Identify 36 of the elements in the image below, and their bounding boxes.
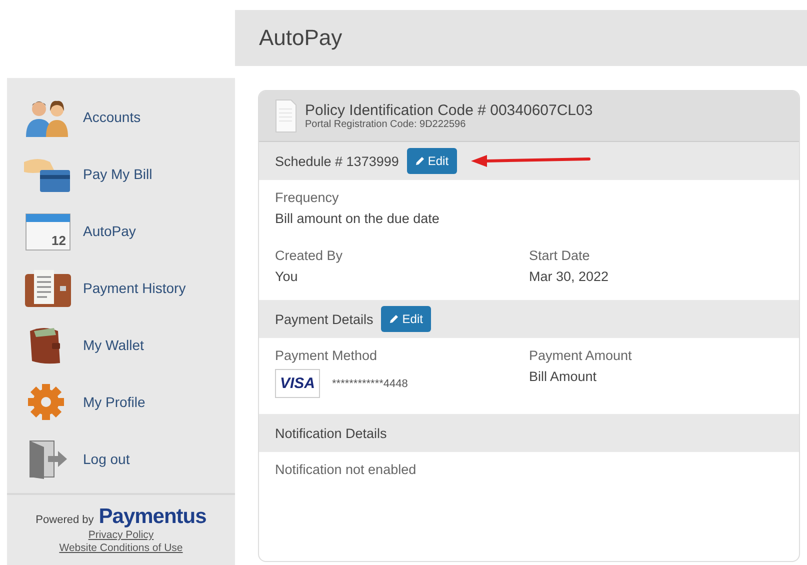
field-label: Payment Amount — [529, 348, 633, 363]
nav-link[interactable]: Log out — [23, 430, 235, 487]
field-label: Payment Method — [275, 348, 378, 363]
field-label: Frequency — [275, 190, 340, 205]
page-title: AutoPay — [259, 25, 342, 51]
field-value: Bill amount on the due date — [275, 211, 440, 226]
field-value: Mar 30, 2022 — [529, 269, 610, 284]
nav-link[interactable]: My Wallet — [23, 316, 235, 373]
field-label: Start Date — [529, 248, 591, 263]
edit-button[interactable]: Edit — [381, 306, 431, 332]
powered-by-text: Powered by — [36, 514, 94, 526]
calendar-icon: 12 — [23, 210, 73, 250]
document-icon — [275, 99, 297, 133]
section-title: Notification Details — [275, 426, 387, 440]
status-text: Notification not enabled — [275, 462, 418, 477]
brand-logo: Paymentus — [98, 505, 206, 529]
nav-link[interactable]: Payment History — [23, 259, 235, 316]
nav-link[interactable]: 12 AutoPay — [23, 202, 235, 259]
pencil-icon — [414, 156, 425, 166]
wallet-with-receipt-icon — [23, 268, 73, 308]
masked-card-number: ************4448 — [332, 378, 408, 390]
field-label: Created By — [275, 248, 344, 263]
card-brand-logo: VISA — [275, 369, 320, 398]
field-value: Bill Amount — [529, 369, 598, 384]
pencil-icon — [389, 314, 400, 324]
footer-link[interactable]: Privacy Policy — [88, 529, 154, 542]
nav-link[interactable]: Accounts — [23, 88, 235, 145]
edit-button[interactable]: Edit — [406, 148, 457, 174]
field-value: You — [275, 269, 299, 284]
section-title: Payment Details — [275, 312, 374, 326]
nav-link[interactable]: My Profile — [23, 373, 235, 430]
policy-code: Policy Identification Code # 00340607CL03 — [305, 102, 593, 119]
section-title: Schedule # 1373999 — [275, 154, 399, 168]
registration-code: Portal Registration Code: 9D222596 — [305, 119, 467, 130]
nav-link[interactable]: Pay My Bill — [23, 145, 235, 202]
footer-link[interactable]: Website Conditions of Use — [59, 542, 183, 555]
